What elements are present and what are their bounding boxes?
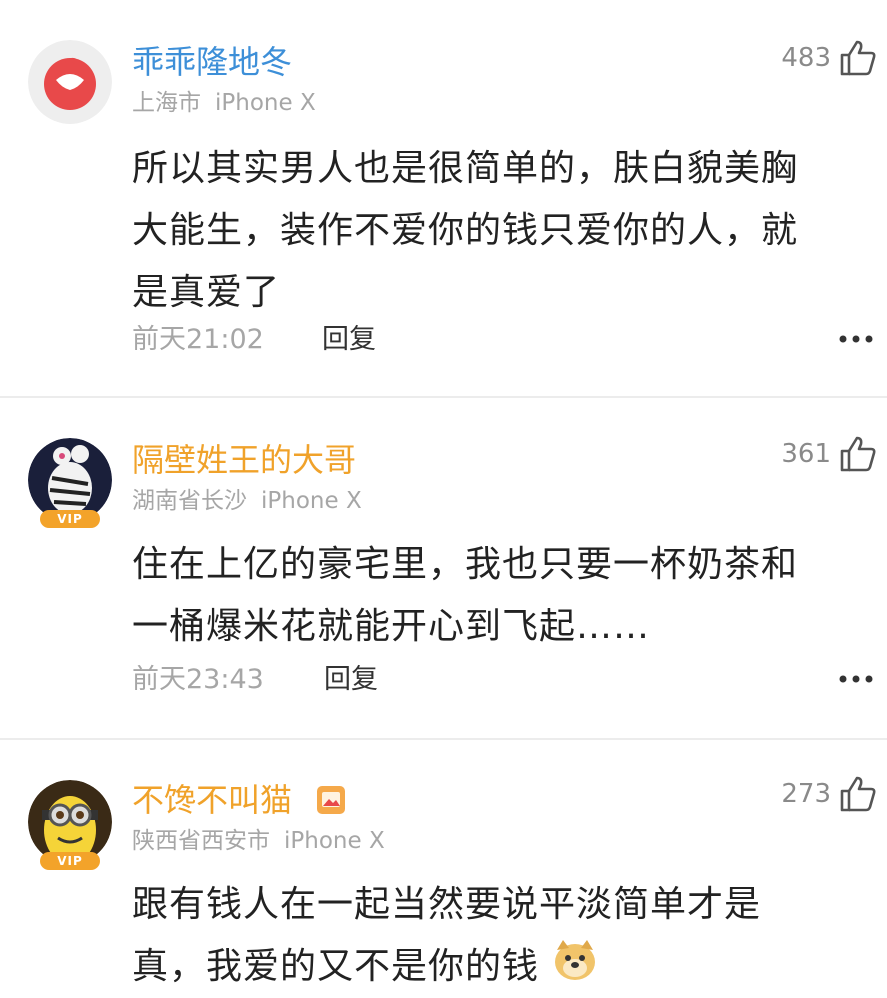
comment-line: 跟有钱人在一起当然要说平淡简单才是 — [132, 884, 762, 925]
picture-badge-icon — [317, 786, 346, 814]
thumbs-up-icon — [840, 40, 876, 76]
comment-text: 跟有钱人在一起当然要说平淡简单才是 真，我爱的又不是你的钱 — [132, 874, 872, 998]
timestamp: 前天23:43 — [132, 664, 264, 695]
like-count: 273 — [781, 779, 831, 809]
comment-line: 是真爱了 — [132, 272, 281, 313]
vip-badge: VIP — [40, 852, 100, 870]
location: 湖南省长沙 — [132, 488, 247, 514]
like-button[interactable]: 273 — [781, 774, 877, 814]
like-count: 361 — [781, 439, 831, 469]
avatar[interactable]: VIP — [28, 438, 112, 528]
user-meta: 湖南省长沙 iPhone X — [132, 486, 362, 516]
avatar-image — [28, 40, 112, 124]
comment-line: 所以其实男人也是很简单的，肤白貌美胸 — [132, 148, 799, 189]
comment-line: 大能生，装作不爱你的钱只爱你的人，就 — [132, 210, 799, 251]
more-dots-icon[interactable] — [839, 674, 873, 684]
like-button[interactable]: 483 — [781, 38, 877, 78]
comment-item: VIP 不馋不叫猫 陕西省西安市 iPhone X 273 跟有钱人在一起当然要说… — [0, 740, 887, 990]
comment-footer: 前天21:02 回复 — [132, 320, 873, 360]
username[interactable]: 乖乖隆地冬 — [132, 42, 292, 82]
username-text: 不馋不叫猫 — [132, 781, 293, 819]
like-button[interactable]: 361 — [781, 434, 877, 474]
like-count: 483 — [781, 43, 831, 73]
device: iPhone X — [261, 488, 362, 514]
timestamp: 前天21:02 — [132, 324, 264, 355]
location: 上海市 — [132, 90, 201, 116]
location: 陕西省西安市 — [132, 828, 270, 854]
username[interactable]: 不馋不叫猫 — [132, 780, 346, 820]
comment-line: 真，我爱的又不是你的钱 — [132, 936, 872, 998]
comment-line: 一桶爆米花就能开心到飞起…… — [132, 606, 651, 647]
comment-footer: 前天23:43 回复 — [132, 660, 873, 700]
reply-button[interactable]: 回复 — [322, 320, 376, 360]
comment-item: 乖乖隆地冬 上海市 iPhone X 483 所以其实男人也是很简单的，肤白貌美胸… — [0, 0, 887, 396]
comment-text: 所以其实男人也是很简单的，肤白貌美胸 大能生，装作不爱你的钱只爱你的人，就 是真… — [132, 138, 872, 324]
doge-emoji-icon — [555, 940, 596, 980]
thumbs-up-icon — [840, 436, 876, 472]
device: iPhone X — [284, 828, 385, 854]
comment-line-text: 真，我爱的又不是你的钱 — [132, 946, 540, 987]
user-meta: 上海市 iPhone X — [132, 88, 316, 118]
more-dots-icon[interactable] — [839, 334, 873, 344]
comment-text: 住在上亿的豪宅里，我也只要一杯奶茶和 一桶爆米花就能开心到飞起…… — [132, 534, 872, 658]
device: iPhone X — [215, 90, 316, 116]
avatar[interactable] — [28, 40, 112, 124]
comment-item: VIP 隔壁姓王的大哥 湖南省长沙 iPhone X 361 住在上亿的豪宅里，我… — [0, 398, 887, 738]
user-meta: 陕西省西安市 iPhone X — [132, 826, 385, 856]
username[interactable]: 隔壁姓王的大哥 — [132, 440, 356, 480]
comment-line: 住在上亿的豪宅里，我也只要一杯奶茶和 — [132, 544, 799, 585]
vip-badge: VIP — [40, 510, 100, 528]
thumbs-up-icon — [840, 776, 876, 812]
reply-button[interactable]: 回复 — [324, 660, 378, 700]
avatar[interactable]: VIP — [28, 780, 112, 870]
